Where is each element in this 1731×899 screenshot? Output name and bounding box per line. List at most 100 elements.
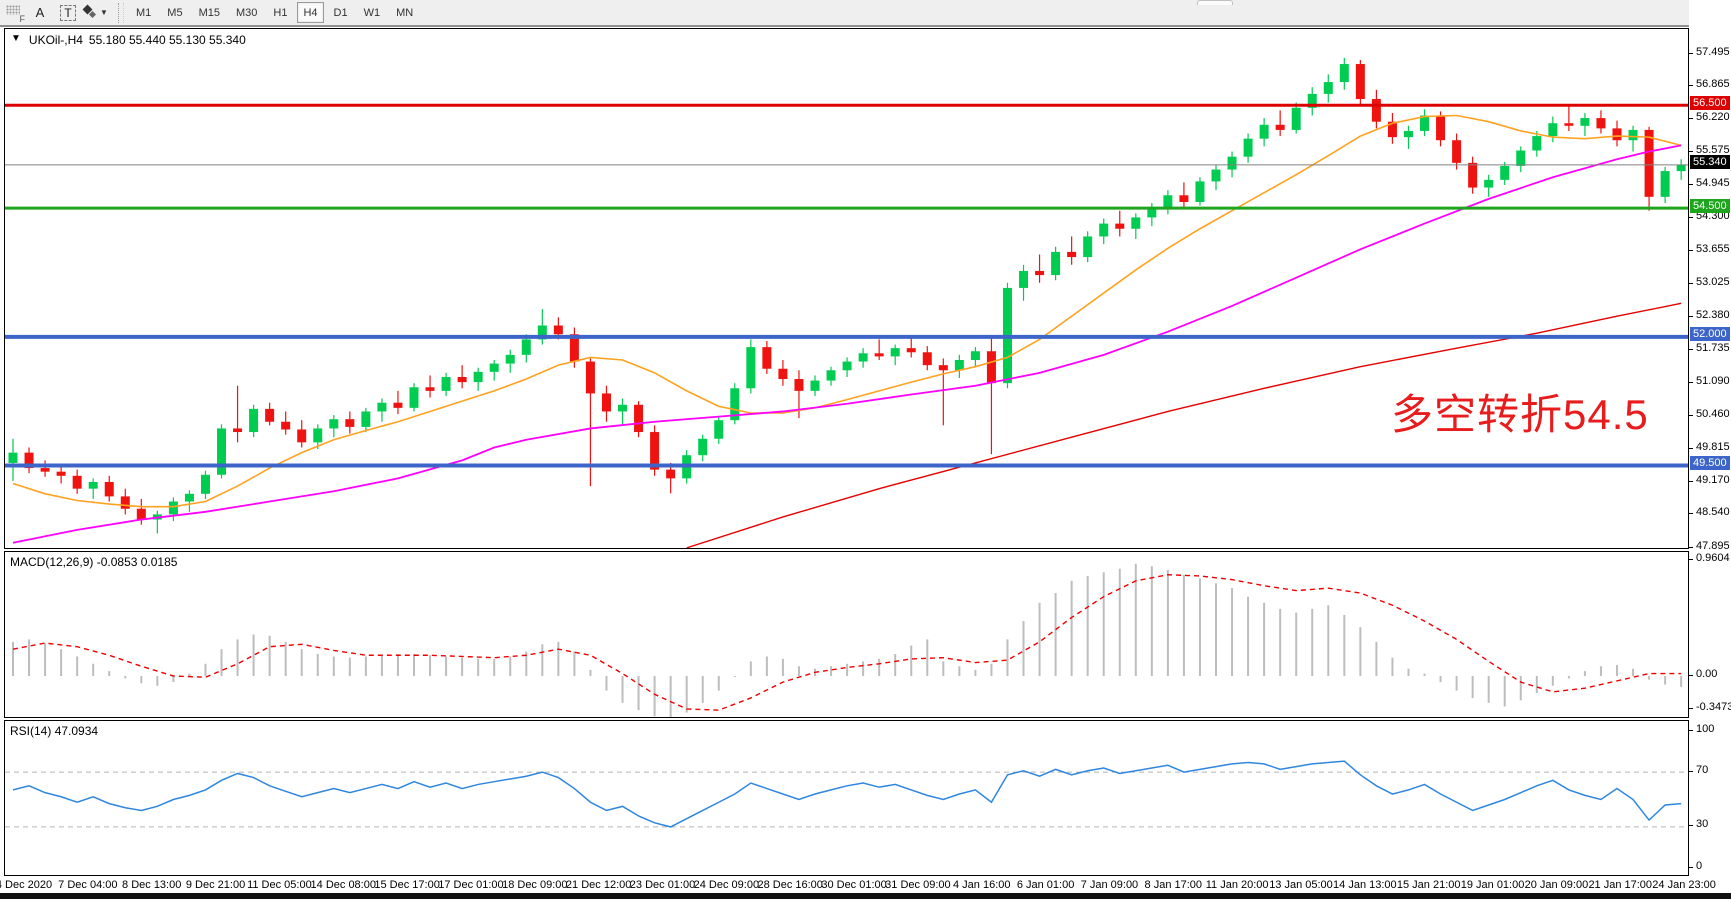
font-tool-label: A xyxy=(36,5,45,20)
toolbar: F A T ▼ M1 M5 M15 M30 H1 H4 D1 W1 MN xyxy=(0,0,1731,27)
time-axis-label: 21 Dec 12:00 xyxy=(566,879,631,891)
time-axis-label: 8 Jan 17:00 xyxy=(1145,879,1203,891)
time-axis-label: 31 Dec 09:00 xyxy=(885,879,950,891)
grip-dots-icon xyxy=(6,5,20,15)
toolbar-grip-icon[interactable]: F xyxy=(4,4,26,22)
text-tool-button[interactable]: T xyxy=(55,2,81,24)
price-axis[interactable]: 57.49556.86556.22055.57554.94554.30053.6… xyxy=(1689,0,1731,893)
price-level-badge: 54.500 xyxy=(1690,199,1730,213)
rsi-name: RSI(14) xyxy=(10,724,51,738)
axis-tick xyxy=(1689,250,1693,251)
axis-tick xyxy=(1689,382,1693,383)
time-axis-label: 7 Jan 09:00 xyxy=(1081,879,1139,891)
macd-axis-label: 0.00 xyxy=(1696,668,1717,680)
timeframe-h1[interactable]: H1 xyxy=(267,2,293,23)
ma-medium xyxy=(13,145,1681,542)
axis-tick xyxy=(1689,708,1693,709)
price-axis-label: 53.025 xyxy=(1696,276,1730,288)
ohlc-values: 55.180 55.440 55.130 55.340 xyxy=(89,33,246,47)
price-axis-label: 47.895 xyxy=(1696,540,1730,552)
axis-tick xyxy=(1689,825,1693,826)
timeframe-mn[interactable]: MN xyxy=(390,2,419,23)
collapse-arrow-icon[interactable]: ▼ xyxy=(11,33,21,47)
time-axis[interactable]: 4 Dec 2020 7 Dec 04:00 8 Dec 13:00 9 Dec 21… xyxy=(0,877,1731,893)
drawing-tool-button[interactable]: ▼ xyxy=(83,2,109,24)
macd-name: MACD(12,26,9) xyxy=(10,555,93,569)
macd-chart xyxy=(5,552,1688,717)
timeframe-m1[interactable]: M1 xyxy=(130,2,157,23)
time-axis-label: 8 Dec 13:00 xyxy=(122,879,181,891)
time-axis-label: 11 Jan 20:00 xyxy=(1206,879,1269,891)
font-tool-button[interactable]: A xyxy=(27,2,53,24)
time-axis-label: 15 Dec 17:00 xyxy=(374,879,439,891)
axis-tick xyxy=(1689,481,1693,482)
bottom-bar xyxy=(0,893,1731,899)
price-axis-label: 53.655 xyxy=(1696,243,1730,255)
axis-tick xyxy=(1689,559,1693,560)
macd-panel[interactable]: MACD(12,26,9) -0.0853 0.0185 xyxy=(4,551,1689,718)
time-axis-label: 30 Dec 01:00 xyxy=(821,879,886,891)
axis-tick xyxy=(1689,283,1693,284)
axis-tick xyxy=(1689,448,1693,449)
time-axis-label: 13 Jan 05:00 xyxy=(1269,879,1333,891)
time-axis-label: 7 Dec 04:00 xyxy=(58,879,117,891)
price-axis-label: 49.815 xyxy=(1696,441,1730,453)
rsi-axis-label: 0 xyxy=(1696,860,1702,872)
price-level-badge: 49.500 xyxy=(1690,456,1730,470)
axis-tick xyxy=(1689,547,1693,548)
rsi-axis-label: 30 xyxy=(1696,818,1708,830)
timeframe-h4-active[interactable]: H4 xyxy=(297,2,323,23)
macd-values: -0.0853 0.0185 xyxy=(97,555,178,569)
rsi-axis-label: 70 xyxy=(1696,764,1708,776)
axis-tick xyxy=(1689,415,1693,416)
time-axis-label: 19 Jan 01:00 xyxy=(1461,879,1525,891)
axis-tick xyxy=(1689,867,1693,868)
time-axis-label: 20 Jan 09:00 xyxy=(1525,879,1589,891)
price-axis-label: 51.090 xyxy=(1696,375,1730,387)
price-axis-label: 51.735 xyxy=(1696,342,1730,354)
timeframe-d1[interactable]: D1 xyxy=(328,2,354,23)
price-level-badge: 56.500 xyxy=(1690,96,1730,110)
time-axis-label: 11 Dec 05:00 xyxy=(247,879,312,891)
symbol-label: UKOil-,H4 xyxy=(29,33,83,47)
macd-label: MACD(12,26,9) -0.0853 0.0185 xyxy=(10,555,177,569)
main-chart-panel[interactable]: ▼ UKOil-,H4 55.180 55.440 55.130 55.340 … xyxy=(4,28,1689,549)
axis-tick xyxy=(1689,118,1693,119)
drawing-tool-icon xyxy=(84,6,98,20)
axis-tick xyxy=(1689,184,1693,185)
time-axis-label: 21 Jan 17:00 xyxy=(1588,879,1652,891)
axis-tick xyxy=(1689,151,1693,152)
rsi-value: 47.0934 xyxy=(55,724,98,738)
rsi-panel[interactable]: RSI(14) 47.0934 xyxy=(4,720,1689,876)
price-axis-label: 52.380 xyxy=(1696,309,1730,321)
window-tab-notch xyxy=(1197,0,1233,5)
timeframe-m15[interactable]: M15 xyxy=(193,2,226,23)
axis-tick xyxy=(1689,85,1693,86)
time-axis-label: 9 Dec 21:00 xyxy=(186,879,245,891)
macd-axis-label: -0.3473 xyxy=(1696,701,1731,713)
price-axis-label: 50.460 xyxy=(1696,408,1730,420)
price-axis-label: 54.945 xyxy=(1696,177,1730,189)
time-axis-label: 24 Jan 23:00 xyxy=(1652,879,1716,891)
toolbar-separator xyxy=(118,3,124,23)
time-axis-label: 18 Dec 09:00 xyxy=(502,879,567,891)
price-level-badge: 52.000 xyxy=(1690,327,1730,341)
time-axis-label: 15 Jan 21:00 xyxy=(1397,879,1461,891)
grip-label: F xyxy=(20,14,26,24)
axis-tick xyxy=(1689,316,1693,317)
rsi-label: RSI(14) 47.0934 xyxy=(10,724,98,738)
axis-tick xyxy=(1689,771,1693,772)
chevron-down-icon: ▼ xyxy=(100,8,108,17)
timeframe-m30[interactable]: M30 xyxy=(230,2,263,23)
price-axis-label: 48.540 xyxy=(1696,506,1730,518)
timeframe-w1[interactable]: W1 xyxy=(358,2,387,23)
price-axis-label: 56.220 xyxy=(1696,111,1730,123)
text-tool-label: T xyxy=(60,5,75,21)
current-price-badge: 55.340 xyxy=(1690,155,1730,169)
price-axis-label: 49.170 xyxy=(1696,474,1730,486)
timeframe-m5[interactable]: M5 xyxy=(161,2,188,23)
time-axis-label: 14 Jan 13:00 xyxy=(1333,879,1397,891)
time-axis-label: 4 Dec 2020 xyxy=(0,879,52,891)
time-axis-label: 28 Dec 16:00 xyxy=(757,879,822,891)
axis-tick xyxy=(1689,349,1693,350)
